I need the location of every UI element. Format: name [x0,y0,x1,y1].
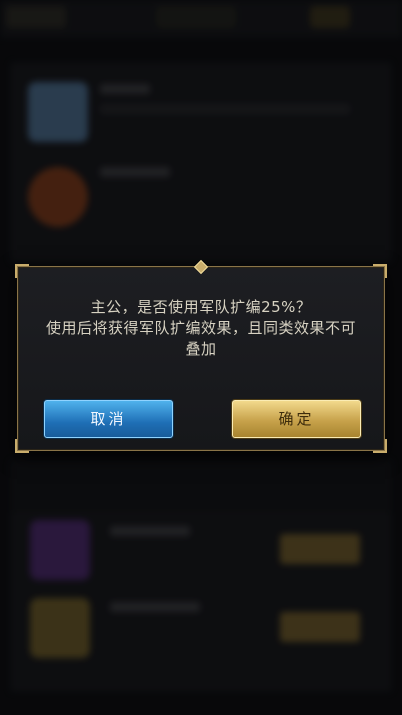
corner-ornament [15,264,29,278]
confirm-dialog: 主公，是否使用军队扩编25%？ 使用后将获得军队扩编效果，且同类效果不可叠加 取… [15,259,387,453]
corner-ornament [373,439,387,453]
cancel-button[interactable]: 取消 [44,400,173,438]
corner-ornament [15,439,29,453]
screen: 主公，是否使用军队扩编25%？ 使用后将获得军队扩编效果，且同类效果不可叠加 取… [0,0,402,715]
dialog-message: 主公，是否使用军队扩编25%？ 使用后将获得军队扩编效果，且同类效果不可叠加 [45,298,356,358]
confirm-button[interactable]: 确定 [232,400,361,438]
corner-ornament [373,264,387,278]
